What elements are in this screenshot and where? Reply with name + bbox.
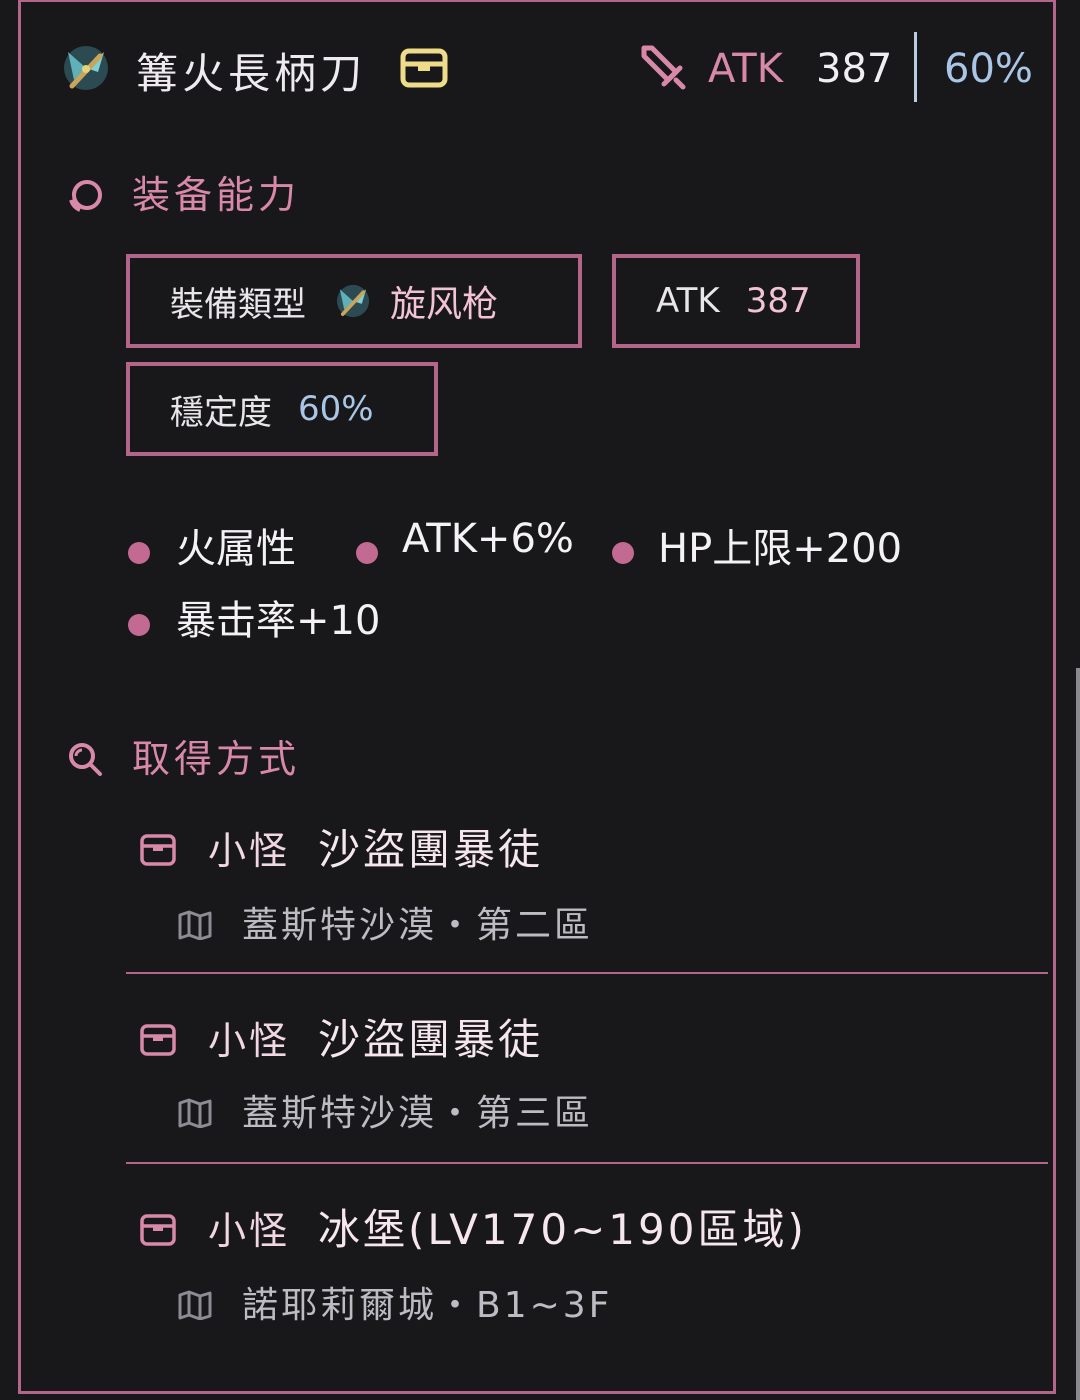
source-row[interactable]: 小怪 沙盜團暴徒: [140, 816, 543, 877]
source-row[interactable]: 小怪 冰堡(LV170~190區域): [140, 1196, 807, 1257]
swirl-icon: [69, 180, 102, 212]
search-icon: [69, 743, 102, 776]
trait-item: 暴击率+10: [176, 598, 381, 644]
abilities-section-title: 装备能力: [66, 164, 300, 219]
scrollbar-thumb[interactable]: [1076, 668, 1080, 1400]
stability-box-value: 60%: [298, 389, 374, 429]
map-icon: [178, 910, 212, 940]
source-divider: [126, 1162, 1048, 1164]
item-header: 篝火長柄刀 ATK 387 60%: [0, 0, 1080, 140]
stability-box: 穩定度 60%: [126, 362, 438, 456]
location-text: 蓋斯特沙漠・第三區: [242, 1093, 594, 1134]
treasure-box-icon: [140, 834, 176, 866]
acquisition-title-text: 取得方式: [132, 737, 301, 781]
source-name: 沙盜團暴徒: [318, 825, 544, 874]
map-icon: [178, 1098, 212, 1128]
equipment-type-label: 裝備類型: [170, 284, 306, 325]
header-divider: [914, 32, 917, 102]
source-location: 蓋斯特沙漠・第二區: [178, 896, 593, 948]
equipment-type-value: 旋风枪: [390, 284, 499, 325]
atk-box-label: ATK: [656, 281, 720, 321]
source-type: 小怪: [208, 1209, 291, 1253]
header-atk-label: ATK: [708, 46, 783, 92]
sword-icon: [641, 45, 686, 90]
item-name: 篝火長柄刀: [136, 49, 367, 98]
halberd-icon: [336, 284, 370, 318]
atk-box: ATK 387: [612, 254, 860, 348]
location-text: 蓋斯特沙漠・第二區: [242, 905, 594, 946]
trait-bullet: [128, 614, 150, 636]
stability-box-label: 穩定度: [170, 392, 272, 433]
header-stability-value: 60%: [944, 46, 1033, 92]
source-divider: [126, 972, 1048, 974]
abilities-title-text: 装备能力: [132, 173, 301, 217]
treasure-box-icon: [140, 1024, 176, 1056]
location-text: 諾耶莉爾城・B1~3F: [242, 1285, 613, 1326]
source-name: 沙盜團暴徒: [318, 1015, 544, 1064]
equipment-type-box: 裝備類型 旋风枪: [126, 254, 582, 348]
source-location: 諾耶莉爾城・B1~3F: [178, 1276, 612, 1328]
trait-item: ATK+6%: [402, 516, 574, 562]
acquisition-section-title: 取得方式: [66, 728, 300, 783]
source-type: 小怪: [208, 829, 291, 873]
source-type: 小怪: [208, 1019, 291, 1063]
map-icon: [178, 1290, 212, 1320]
trait-bullet: [128, 542, 150, 564]
treasure-box-icon: [400, 48, 448, 88]
source-row[interactable]: 小怪 沙盜團暴徒: [140, 1006, 543, 1067]
trait-bullet: [612, 542, 634, 564]
source-name: 冰堡(LV170~190區域): [318, 1205, 807, 1254]
atk-box-value: 387: [745, 281, 811, 321]
trait-bullet: [356, 542, 378, 564]
treasure-box-icon: [140, 1214, 176, 1246]
header-atk-value: 387: [816, 46, 893, 92]
source-location: 蓋斯特沙漠・第三區: [178, 1084, 593, 1136]
trait-item: 火属性: [176, 526, 296, 572]
trait-item: HP上限+200: [658, 526, 903, 572]
halberd-icon: [64, 46, 108, 90]
